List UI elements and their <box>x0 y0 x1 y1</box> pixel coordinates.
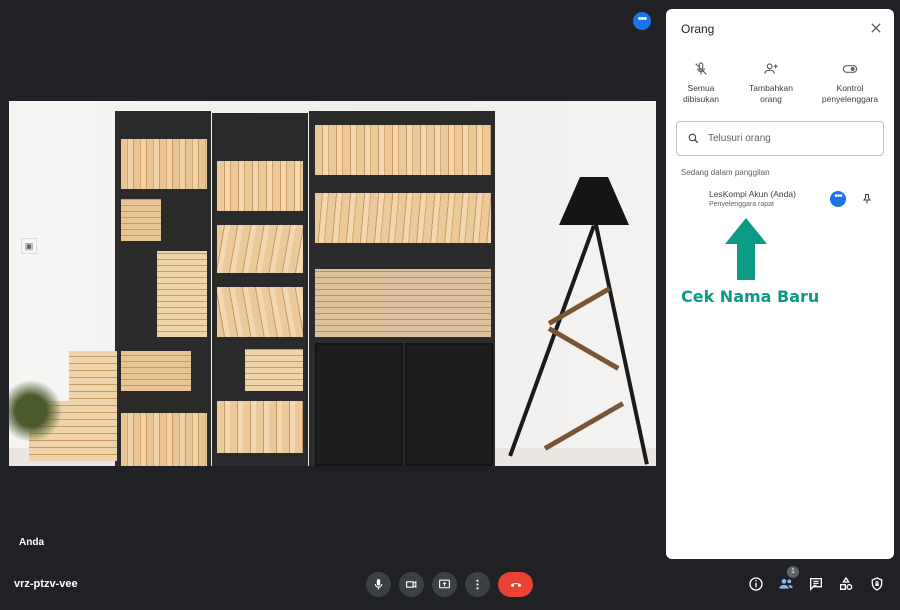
books-row <box>217 161 303 211</box>
add-people-button[interactable]: Tambahkan orang <box>731 61 811 105</box>
books-row <box>217 287 303 337</box>
pin-icon[interactable] <box>861 192 873 206</box>
expand-icon[interactable]: ▣ <box>21 238 37 254</box>
hangup-icon <box>510 582 521 587</box>
search-people-box[interactable] <box>676 121 884 156</box>
books-row <box>157 251 207 337</box>
video-tile <box>9 101 656 466</box>
books-row <box>315 269 491 337</box>
books-row <box>315 193 491 243</box>
camera-button[interactable] <box>399 572 424 597</box>
chat-icon <box>810 578 822 591</box>
more-vert-icon <box>476 579 479 590</box>
books-row <box>121 199 161 241</box>
present-icon <box>439 579 450 589</box>
search-icon <box>688 133 699 144</box>
chat-button[interactable] <box>807 575 825 593</box>
host-controls-panel-button[interactable]: Kontrol penyelenggara <box>810 61 890 105</box>
host-controls-label-1: Kontrol <box>836 83 864 93</box>
books-row <box>121 139 207 189</box>
add-people-label-2: orang <box>760 94 782 104</box>
mute-all-button[interactable]: Semua dibisukan <box>661 61 741 105</box>
participant-name: LesKompi Akun (Anda) <box>709 189 796 199</box>
camera-icon <box>406 580 417 589</box>
mute-all-label-2: dibisukan <box>683 94 719 104</box>
panel-title: Orang <box>681 22 715 36</box>
books-row <box>315 125 491 175</box>
participant-more-options-button[interactable]: ••• <box>830 191 846 207</box>
more-options-button[interactable] <box>465 572 490 597</box>
plant <box>9 371 64 451</box>
more-options-button[interactable]: ••• <box>633 12 651 30</box>
cabinet-right <box>405 343 493 466</box>
books-row <box>217 401 303 453</box>
present-button[interactable] <box>432 572 457 597</box>
search-people-input[interactable] <box>708 133 878 144</box>
self-name-label: Anda <box>19 537 44 548</box>
books-row <box>217 225 303 273</box>
activities-button[interactable] <box>837 575 855 593</box>
mute-all-label-1: Semua <box>687 83 715 93</box>
activities-icon <box>840 576 853 591</box>
meeting-details-button[interactable] <box>747 575 765 593</box>
people-count-badge: 1 <box>787 566 799 578</box>
host-controls-label-2: penyelenggara <box>821 94 879 104</box>
host-controls-button[interactable] <box>868 575 886 593</box>
participant-row[interactable]: LesKompi Akun (Anda) Penyelenggara rapat… <box>676 185 884 215</box>
people-icon <box>779 579 793 589</box>
books-row <box>121 351 191 391</box>
books-row <box>245 349 303 391</box>
mic-icon <box>374 579 383 590</box>
info-icon <box>749 577 763 591</box>
cabinet-left <box>315 343 403 466</box>
leave-call-button[interactable] <box>498 572 533 597</box>
books-row <box>121 413 207 466</box>
people-panel: Orang Semua dibisukan Tambahkan orang Ko… <box>666 9 894 559</box>
add-people-label-1: Tambahkan <box>749 83 793 93</box>
participant-role: Penyelenggara rapat <box>709 201 774 208</box>
mic-button[interactable] <box>366 572 391 597</box>
close-icon[interactable] <box>869 21 883 35</box>
add-person-icon <box>764 63 778 74</box>
books-stack <box>69 351 117 461</box>
in-call-section-label: Sedang dalam panggilan <box>681 168 770 177</box>
host-controls-icon <box>871 577 883 591</box>
annotation-text: Cek Nama Baru <box>681 287 820 306</box>
mic-off-icon <box>695 62 707 75</box>
annotation-arrow-icon <box>725 218 767 280</box>
toggle-icon <box>842 65 858 73</box>
meeting-code: vrz-ptzv-vee <box>14 578 78 590</box>
